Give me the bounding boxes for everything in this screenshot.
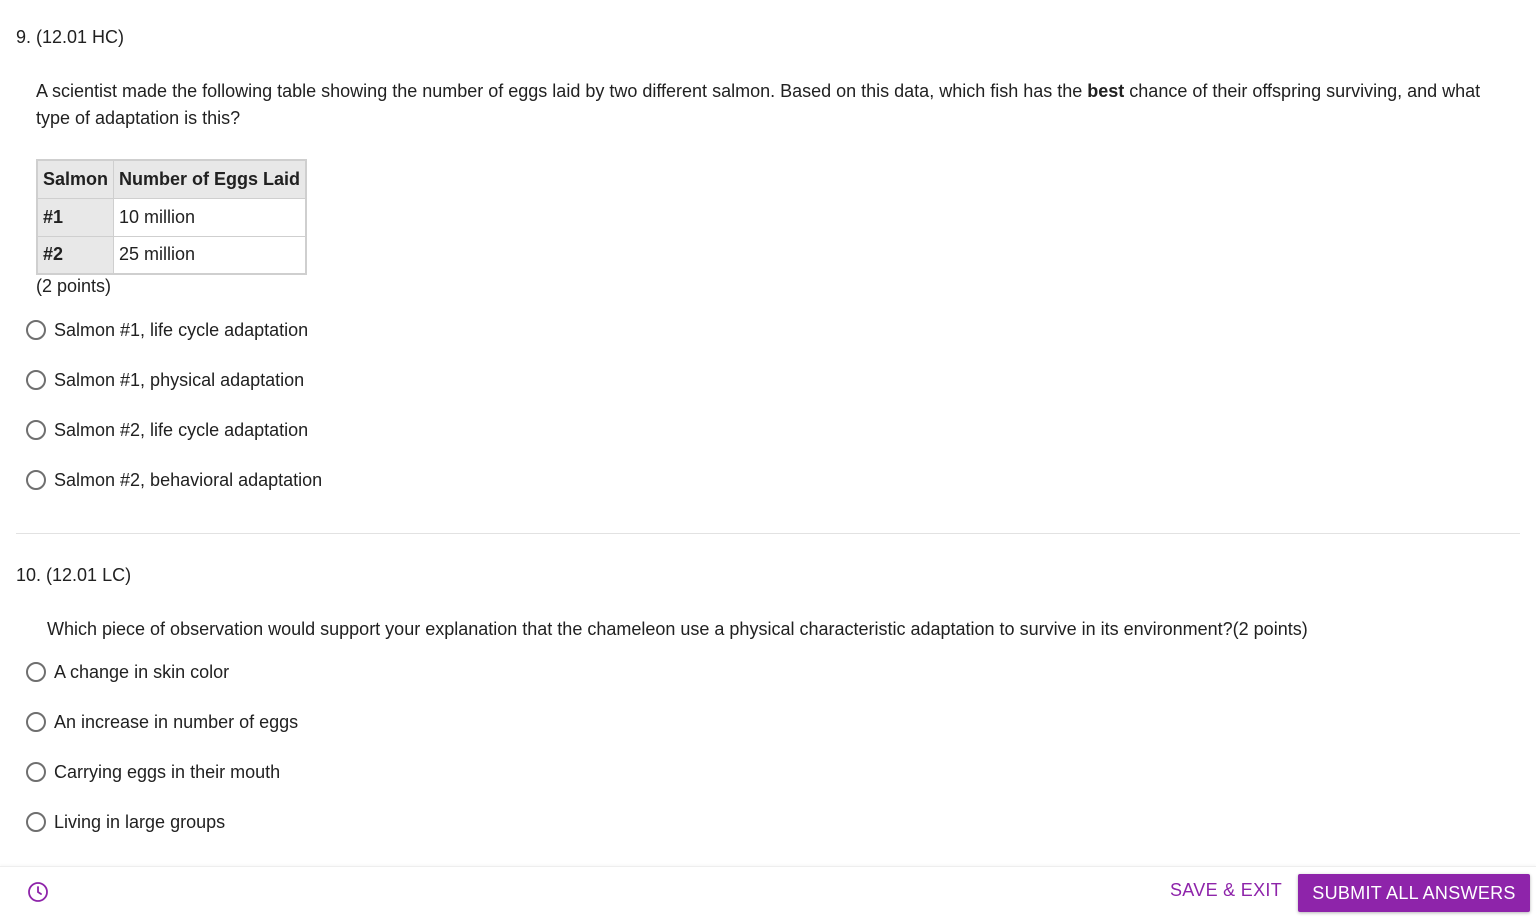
quiz-page: 9. (12.01 HC) A scientist made the follo… — [0, 0, 1536, 917]
table-header-row: Salmon Number of Eggs Laid — [36, 159, 307, 199]
option-label[interactable]: A change in skin color — [54, 662, 229, 683]
question-divider — [16, 533, 1520, 534]
table-header-salmon: Salmon — [36, 159, 115, 199]
radio-button[interactable] — [26, 420, 46, 440]
save-exit-button[interactable]: SAVE & EXIT — [1170, 880, 1282, 901]
table-row: #1 10 million — [36, 197, 307, 237]
option-label[interactable]: Living in large groups — [54, 812, 225, 833]
footer-bar: SAVE & EXIT SUBMIT ALL ANSWERS — [0, 866, 1536, 917]
clock-icon[interactable] — [27, 881, 49, 903]
option-label[interactable]: Salmon #1, life cycle adaptation — [54, 320, 308, 341]
option-label[interactable]: Salmon #2, life cycle adaptation — [54, 420, 308, 441]
radio-button[interactable] — [26, 812, 46, 832]
option-label[interactable]: Salmon #1, physical adaptation — [54, 370, 304, 391]
radio-button[interactable] — [26, 712, 46, 732]
question-9-text-bold: best — [1087, 81, 1125, 101]
radio-button[interactable] — [26, 470, 46, 490]
q10-option-1[interactable]: A change in skin color — [26, 657, 229, 687]
radio-button[interactable] — [26, 320, 46, 340]
table-header-eggs: Number of Eggs Laid — [113, 159, 307, 199]
question-9-text: A scientist made the following table sho… — [36, 78, 1506, 132]
salmon-eggs-table: Salmon Number of Eggs Laid #1 10 million… — [36, 159, 308, 275]
question-10-text: Which piece of observation would support… — [47, 619, 1308, 639]
option-label[interactable]: Salmon #2, behavioral adaptation — [54, 470, 322, 491]
table-cell-eggs: 10 million — [113, 197, 307, 237]
option-label[interactable]: Carrying eggs in their mouth — [54, 762, 280, 783]
q9-option-1[interactable]: Salmon #1, life cycle adaptation — [26, 315, 308, 345]
table-cell-salmon: #1 — [36, 197, 115, 237]
q9-option-4[interactable]: Salmon #2, behavioral adaptation — [26, 465, 322, 495]
question-9-header: 9. (12.01 HC) — [16, 27, 125, 47]
q9-option-2[interactable]: Salmon #1, physical adaptation — [26, 365, 304, 395]
q10-option-2[interactable]: An increase in number of eggs — [26, 707, 298, 737]
radio-button[interactable] — [26, 370, 46, 390]
q9-option-3[interactable]: Salmon #2, life cycle adaptation — [26, 415, 308, 445]
radio-button[interactable] — [26, 762, 46, 782]
table-cell-salmon: #2 — [36, 235, 115, 275]
q10-option-4[interactable]: Living in large groups — [26, 807, 225, 837]
question-9-text-part1: A scientist made the following table sho… — [36, 81, 1088, 101]
radio-button[interactable] — [26, 662, 46, 682]
table-cell-eggs: 25 million — [113, 235, 307, 275]
submit-all-answers-button[interactable]: SUBMIT ALL ANSWERS — [1298, 874, 1530, 912]
q10-option-3[interactable]: Carrying eggs in their mouth — [26, 757, 280, 787]
question-9-points: (2 points) — [36, 276, 112, 296]
option-label[interactable]: An increase in number of eggs — [54, 712, 298, 733]
question-10-header: 10. (12.01 LC) — [16, 565, 132, 585]
table-row: #2 25 million — [36, 235, 307, 275]
